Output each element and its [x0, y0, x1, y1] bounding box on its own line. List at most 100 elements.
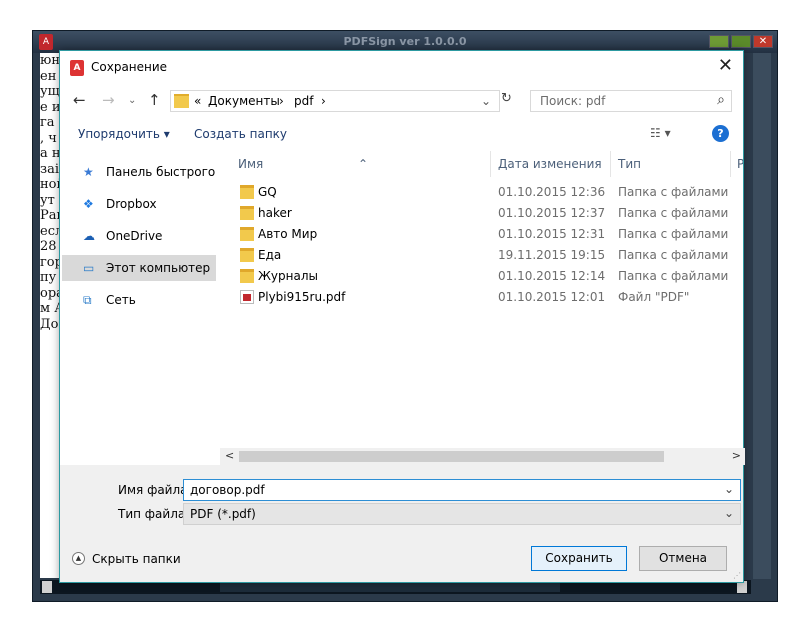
file-row[interactable]: GQ 01.10.2015 12:36 Папка с файлами [220, 182, 740, 203]
breadcrumb-documents[interactable]: Документы [208, 94, 280, 108]
column-divider[interactable] [730, 151, 731, 177]
sidebar-item-network[interactable]: ⧉ Сеть [62, 287, 216, 313]
sidebar-item-label: OneDrive [106, 229, 163, 243]
sort-arrow-icon: ⌃ [358, 157, 369, 171]
file-row[interactable]: Журналы 01.10.2015 12:14 Папка с файлами [220, 266, 740, 287]
column-divider[interactable] [490, 151, 491, 177]
cloud-icon: ☁ [83, 229, 95, 243]
column-extra[interactable]: Р [737, 157, 743, 171]
breadcrumb-dropdown-icon[interactable]: ⌄ [481, 94, 491, 108]
folder-icon [240, 206, 254, 220]
file-date: 01.10.2015 12:31 [498, 227, 606, 241]
file-type: Папка с файлами [618, 269, 729, 283]
sidebar-item-dropbox[interactable]: ❖ Dropbox [62, 191, 216, 217]
sidebar-item-label: Dropbox [106, 197, 157, 211]
pdfsign-title: PDFSign ver 1.0.0.0 [343, 35, 467, 48]
dialog-footer: Имя файла: договор.pdf ⌄ Тип файла: PDF … [60, 465, 743, 582]
sidebar-item-label: Сеть [106, 293, 136, 307]
filetype-select[interactable]: PDF (*.pdf) ⌄ [183, 503, 741, 525]
resize-grip-icon[interactable]: ⋰ [733, 571, 741, 580]
breadcrumb[interactable]: « Документы › pdf › ⌄ [170, 90, 500, 112]
file-row[interactable]: Plybi915ru.pdf 01.10.2015 12:01 Файл "PDF" [220, 287, 740, 308]
sidebar-item-label: Этот компьютер [106, 261, 211, 275]
star-icon: ★ [83, 165, 94, 179]
file-name: Plybi915ru.pdf [258, 290, 346, 304]
view-options-icon[interactable]: ☷ ▾ [650, 126, 671, 140]
minimize-button[interactable] [709, 35, 729, 48]
new-folder-button[interactable]: Создать папку [194, 127, 287, 141]
save-dialog: A Сохранение ✕ ← → ⌄ ↑ « Документы › pdf… [59, 50, 745, 583]
scroll-thumb[interactable] [239, 451, 664, 462]
hide-folders-label[interactable]: Скрыть папки [92, 552, 181, 566]
file-type: Папка с файлами [618, 185, 729, 199]
file-name: GQ [258, 185, 277, 199]
filetype-label: Тип файла: [118, 507, 190, 521]
close-icon[interactable]: ✕ [718, 55, 733, 76]
file-date: 01.10.2015 12:36 [498, 185, 606, 199]
chevron-down-icon[interactable]: ⌄ [724, 482, 734, 496]
file-row[interactable]: haker 01.10.2015 12:37 Папка с файлами [220, 203, 740, 224]
file-name: Еда [258, 248, 282, 262]
chevron-up-icon[interactable]: ▲ [72, 552, 85, 565]
file-type: Папка с файлами [618, 206, 729, 220]
folder-icon [240, 185, 254, 199]
file-name: Авто Мир [258, 227, 318, 241]
breadcrumb-prefix[interactable]: « [194, 94, 201, 108]
recent-chevron-icon[interactable]: ⌄ [128, 95, 136, 106]
column-date[interactable]: Дата изменения [498, 157, 602, 171]
cancel-button[interactable]: Отмена [639, 546, 727, 571]
file-type: Папка с файлами [618, 248, 729, 262]
scroll-right-icon[interactable]: > [732, 449, 741, 462]
file-type: Папка с файлами [618, 227, 729, 241]
up-arrow-icon[interactable]: ↑ [148, 91, 161, 109]
sidebar-item-label: Панель быстрого дс [106, 165, 218, 179]
file-list: ⌃ Имя Дата изменения Тип Р GQ 01.10.2015 … [220, 151, 743, 464]
folder-icon [174, 94, 189, 108]
scroll-thumb[interactable] [220, 582, 560, 592]
file-list-hscrollbar[interactable]: < > [220, 448, 745, 465]
sidebar-item-this-pc[interactable]: ▭ Этот компьютер [62, 255, 216, 281]
network-icon: ⧉ [83, 293, 92, 307]
search-placeholder: Поиск: pdf [540, 94, 606, 108]
file-date: 01.10.2015 12:37 [498, 206, 606, 220]
file-row[interactable]: Авто Мир 01.10.2015 12:31 Папка с файлами [220, 224, 740, 245]
file-date: 01.10.2015 12:14 [498, 269, 606, 283]
file-row[interactable]: Еда 19.11.2015 19:15 Папка с файлами [220, 245, 740, 266]
breadcrumb-pdf[interactable]: pdf [294, 94, 313, 108]
filename-field[interactable]: договор.pdf ⌄ [183, 479, 741, 501]
column-headers: ⌃ Имя Дата изменения Тип Р [220, 151, 743, 177]
save-button[interactable]: Сохранить [531, 546, 627, 571]
navigation-bar: ← → ⌄ ↑ « Документы › pdf › ⌄ ↻ Поиск: p… [60, 87, 743, 115]
column-type[interactable]: Тип [618, 157, 641, 171]
search-input[interactable]: Поиск: pdf ⌕ [530, 90, 732, 112]
folder-icon [240, 269, 254, 283]
close-window-button[interactable]: ✕ [753, 35, 773, 48]
maximize-button[interactable] [731, 35, 751, 48]
scroll-left-arrow[interactable] [42, 581, 52, 593]
column-name[interactable]: Имя [238, 157, 263, 171]
folder-icon [240, 248, 254, 262]
pdf-app-icon: A [70, 60, 84, 76]
help-icon[interactable]: ? [712, 125, 729, 142]
column-divider[interactable] [610, 151, 611, 177]
filename-label: Имя файла: [118, 483, 192, 497]
file-date: 19.11.2015 19:15 [498, 248, 606, 262]
chevron-down-icon[interactable]: ⌄ [724, 506, 734, 520]
sidebar-item-quick-access[interactable]: ★ Панель быстрого дс [62, 159, 218, 185]
sidebar-item-onedrive[interactable]: ☁ OneDrive [62, 223, 216, 249]
file-name: Журналы [258, 269, 318, 283]
breadcrumb-separator: › [321, 94, 326, 108]
forward-arrow-icon[interactable]: → [102, 91, 115, 109]
filetype-value: PDF (*.pdf) [190, 507, 256, 521]
search-icon[interactable]: ⌕ [717, 92, 725, 108]
scroll-left-icon[interactable]: < [225, 449, 234, 462]
dialog-title: Сохранение [91, 60, 168, 74]
filename-value[interactable]: договор.pdf [190, 483, 265, 497]
back-arrow-icon[interactable]: ← [73, 91, 86, 109]
folder-icon [240, 227, 254, 241]
dialog-toolbar: Упорядочить ▾ Создать папку ☷ ▾ ? [60, 123, 743, 147]
refresh-icon[interactable]: ↻ [501, 91, 519, 111]
organize-button[interactable]: Упорядочить ▾ [78, 127, 170, 141]
file-type: Файл "PDF" [618, 290, 690, 304]
breadcrumb-separator: › [279, 94, 284, 108]
